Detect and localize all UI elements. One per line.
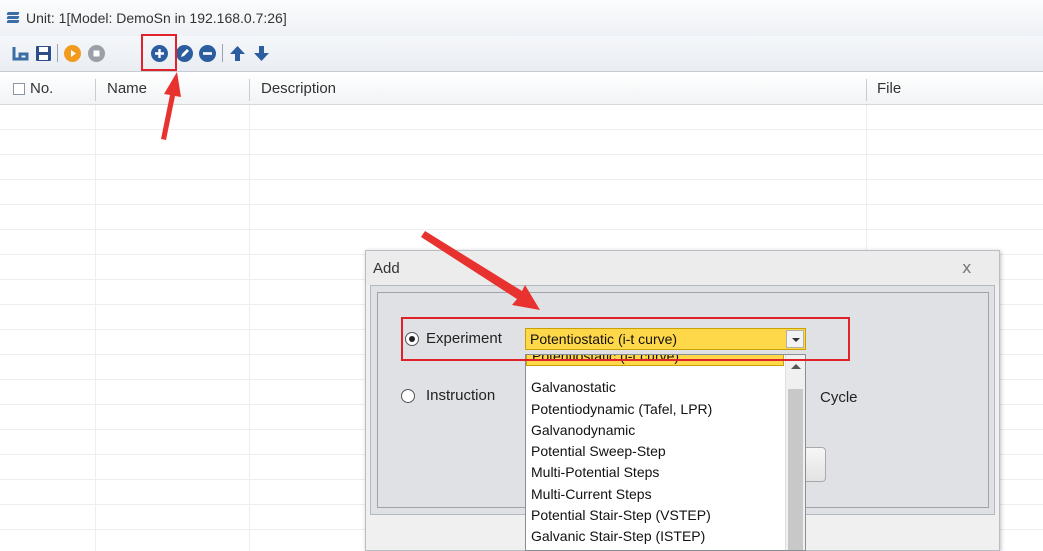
- edit-icon[interactable]: [175, 44, 193, 62]
- experiment-type-dropdown: Potentiostatic (i-t curve) Galvanostatic…: [525, 354, 806, 551]
- column-header-name[interactable]: Name: [97, 73, 147, 105]
- dropdown-option[interactable]: Galvanodynamic: [526, 420, 784, 441]
- cycle-label: Cycle: [820, 389, 858, 406]
- stop-icon[interactable]: [87, 44, 105, 62]
- instruction-label: Instruction: [426, 387, 496, 404]
- toolbar-separator: [222, 44, 223, 62]
- dropdown-option[interactable]: Multi-Current Steps: [526, 484, 784, 505]
- save-icon[interactable]: [34, 44, 52, 62]
- dropdown-option[interactable]: Potential Sweep-Step: [526, 441, 784, 462]
- title-bar: Unit: 1[Model: DemoSn in 192.168.0.7:26]: [0, 0, 1043, 36]
- table-row[interactable]: [0, 205, 1043, 230]
- add-button-highlight: [141, 34, 177, 71]
- app-window: Unit: 1[Model: DemoSn in 192.168.0.7:26]: [0, 0, 1043, 551]
- table-row[interactable]: [0, 130, 1043, 155]
- table-row[interactable]: [0, 105, 1043, 130]
- scroll-up-icon[interactable]: [791, 364, 801, 369]
- move-up-icon[interactable]: [228, 44, 246, 62]
- dropdown-option[interactable]: Potential Stair-Step (VSTEP): [526, 505, 784, 526]
- scrollbar-thumb[interactable]: [788, 389, 803, 550]
- experiment-row-highlight: [401, 317, 850, 361]
- dropdown-option[interactable]: Multi-Potential Steps: [526, 462, 784, 483]
- ok-button[interactable]: [806, 447, 826, 482]
- move-down-icon[interactable]: [252, 44, 270, 62]
- layers-icon: [6, 11, 20, 25]
- tree-icon[interactable]: [11, 44, 29, 62]
- window-title: Unit: 1[Model: DemoSn in 192.168.0.7:26]: [26, 10, 287, 26]
- column-header-file[interactable]: File: [867, 73, 901, 105]
- grid-header: No. Name Description File: [0, 73, 1043, 105]
- dropdown-scrollbar[interactable]: [785, 355, 805, 550]
- dropdown-option[interactable]: Potentiodynamic (Tafel, LPR): [526, 399, 784, 420]
- run-icon[interactable]: [63, 44, 81, 62]
- column-separator[interactable]: [249, 79, 250, 101]
- dialog-title: Add: [373, 260, 400, 277]
- instruction-radio[interactable]: [401, 389, 415, 403]
- close-icon[interactable]: x: [962, 258, 971, 277]
- remove-icon[interactable]: [198, 44, 216, 62]
- dialog-title-bar[interactable]: Add x: [366, 251, 999, 285]
- column-separator[interactable]: [95, 79, 96, 101]
- column-header-no[interactable]: No.: [20, 73, 53, 105]
- table-row[interactable]: [0, 155, 1043, 180]
- table-row[interactable]: [0, 180, 1043, 205]
- column-header-description[interactable]: Description: [251, 73, 336, 105]
- dropdown-option[interactable]: Galvanic Stair-Step (ISTEP): [526, 526, 784, 547]
- dropdown-option[interactable]: Galvanostatic: [526, 377, 784, 398]
- toolbar-separator: [57, 44, 58, 62]
